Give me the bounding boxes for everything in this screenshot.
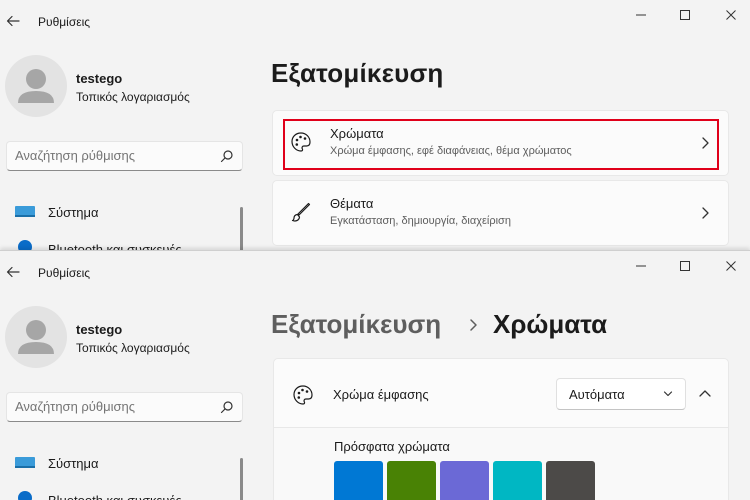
- dropdown-value: Αυτόματα: [569, 387, 625, 402]
- app-title: Ρυθμίσεις: [38, 266, 91, 280]
- themes-card[interactable]: Θέματα Εγκατάσταση, δημιουργία, διαχείρι…: [272, 180, 729, 246]
- sidebar-item-label: Σύστημα: [48, 205, 99, 220]
- sidebar-item-bluetooth[interactable]: Bluetooth και συσκευές: [14, 491, 234, 500]
- color-swatch[interactable]: [387, 461, 436, 500]
- account-type: Τοπικός λογαριασμός: [76, 90, 190, 104]
- breadcrumb-current: Χρώματα: [493, 309, 608, 339]
- search-icon[interactable]: [220, 400, 234, 414]
- user-silhouette-icon: [18, 69, 54, 103]
- bluetooth-icon: [18, 240, 32, 250]
- maximize-icon[interactable]: [674, 6, 696, 24]
- settings-window-bottom: Ρυθμίσεις testego Τοπικός λογαριασμός Σύ…: [0, 250, 750, 500]
- color-swatch[interactable]: [440, 461, 489, 500]
- monitor-icon: [15, 206, 35, 217]
- sidebar-item-label: Bluetooth και συσκευές: [48, 242, 182, 250]
- minimize-icon[interactable]: [630, 6, 652, 24]
- username: testego: [76, 71, 123, 86]
- user-profile[interactable]: testego Τοπικός λογαριασμός: [5, 306, 245, 370]
- search-box[interactable]: [6, 392, 243, 422]
- maximize-icon[interactable]: [674, 257, 696, 275]
- sidebar-item-system[interactable]: Σύστημα: [14, 454, 234, 474]
- search-box[interactable]: [6, 141, 243, 171]
- sidebar-item-system[interactable]: Σύστημα: [14, 203, 234, 223]
- sidebar-item-bluetooth[interactable]: Bluetooth και συσκευές: [14, 240, 234, 250]
- brush-icon: [291, 202, 311, 222]
- recent-colors-panel: Πρόσφατα χρώματα: [273, 428, 729, 500]
- palette-icon: [293, 385, 313, 405]
- back-arrow-icon[interactable]: [4, 12, 22, 30]
- chevron-right-icon: [470, 319, 477, 331]
- sidebar-item-label: Σύστημα: [48, 456, 99, 471]
- chevron-down-icon: [663, 391, 673, 397]
- sidebar-scrollbar[interactable]: [240, 458, 243, 500]
- accent-mode-dropdown[interactable]: Αυτόματα: [556, 378, 686, 410]
- user-profile[interactable]: testego Τοπικός λογαριασμός: [5, 55, 245, 119]
- avatar: [5, 55, 67, 117]
- page-title: Εξατομίκευση: [271, 58, 444, 88]
- close-icon[interactable]: [720, 257, 742, 275]
- breadcrumb-parent[interactable]: Εξατομίκευση: [271, 309, 441, 340]
- accent-color-card[interactable]: Χρώμα έμφασης Αυτόματα: [273, 358, 729, 428]
- settings-window-top: Ρυθμίσεις testego Τοπικός λογαριασμός Σύ…: [0, 0, 750, 250]
- minimize-icon[interactable]: [630, 257, 652, 275]
- username: testego: [76, 322, 123, 337]
- recent-colors-label: Πρόσφατα χρώματα: [334, 439, 450, 454]
- color-swatch[interactable]: [493, 461, 542, 500]
- close-icon[interactable]: [720, 6, 742, 24]
- bluetooth-icon: [18, 491, 32, 500]
- avatar: [5, 306, 67, 368]
- account-type: Τοπικός λογαριασμός: [76, 341, 190, 355]
- chevron-up-icon[interactable]: [694, 383, 716, 405]
- title-bar: Ρυθμίσεις: [0, 0, 750, 44]
- accent-color-label: Χρώμα έμφασης: [333, 387, 429, 402]
- monitor-icon: [15, 457, 35, 468]
- user-silhouette-icon: [18, 320, 54, 354]
- color-swatch[interactable]: [334, 461, 383, 500]
- sidebar-scrollbar[interactable]: [240, 207, 243, 250]
- color-swatch[interactable]: [546, 461, 595, 500]
- card-subtitle: Εγκατάσταση, δημιουργία, διαχείριση: [330, 215, 511, 227]
- sidebar-item-label: Bluetooth και συσκευές: [48, 493, 182, 500]
- app-title: Ρυθμίσεις: [38, 15, 91, 29]
- title-bar: Ρυθμίσεις: [0, 251, 750, 295]
- search-input[interactable]: [15, 148, 215, 163]
- card-title: Θέματα: [330, 196, 374, 211]
- search-icon[interactable]: [220, 149, 234, 163]
- chevron-right-icon: [702, 207, 709, 219]
- search-input[interactable]: [15, 399, 215, 414]
- highlight-box: [283, 119, 719, 170]
- back-arrow-icon[interactable]: [4, 263, 22, 281]
